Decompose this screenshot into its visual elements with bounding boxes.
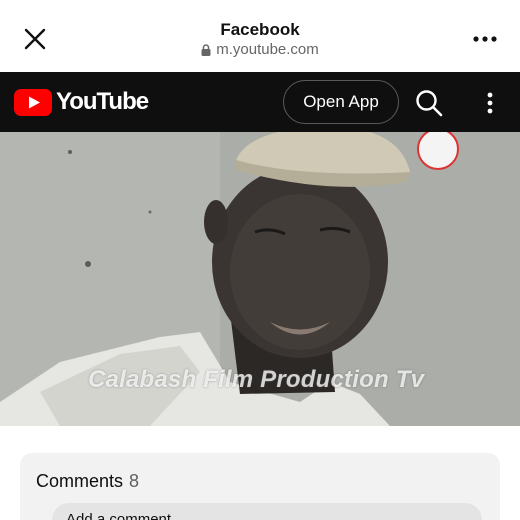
- more-horizontal-icon: [473, 36, 497, 42]
- more-options-button[interactable]: [468, 24, 502, 54]
- search-button[interactable]: [414, 88, 444, 118]
- url-text: m.youtube.com: [216, 41, 319, 58]
- youtube-logo-text: YouTube: [56, 88, 149, 115]
- comments-label: Comments: [36, 471, 124, 491]
- youtube-play-icon: [14, 88, 52, 116]
- more-vertical-icon: [487, 92, 493, 114]
- video-player[interactable]: Calabash Film Production Tv: [0, 132, 520, 426]
- video-watermark: Calabash Film Production Tv: [88, 366, 425, 393]
- comments-header: Comments 8: [36, 471, 139, 492]
- open-app-button[interactable]: Open App: [283, 80, 399, 124]
- browser-url[interactable]: m.youtube.com: [0, 41, 520, 58]
- browser-title: Facebook: [220, 20, 300, 39]
- comments-section[interactable]: Comments 8 Add a comment...: [20, 453, 500, 520]
- youtube-menu-button[interactable]: [478, 88, 502, 118]
- youtube-header: YouTube Open App: [0, 72, 520, 132]
- comments-count: 8: [129, 471, 140, 491]
- add-comment-input[interactable]: Add a comment...: [52, 503, 482, 520]
- browser-bar: Facebook m.youtube.com: [0, 0, 520, 72]
- lock-icon: [201, 43, 211, 56]
- youtube-logo[interactable]: YouTube: [14, 88, 149, 116]
- search-icon: [416, 90, 443, 117]
- content-spacer: [0, 426, 520, 452]
